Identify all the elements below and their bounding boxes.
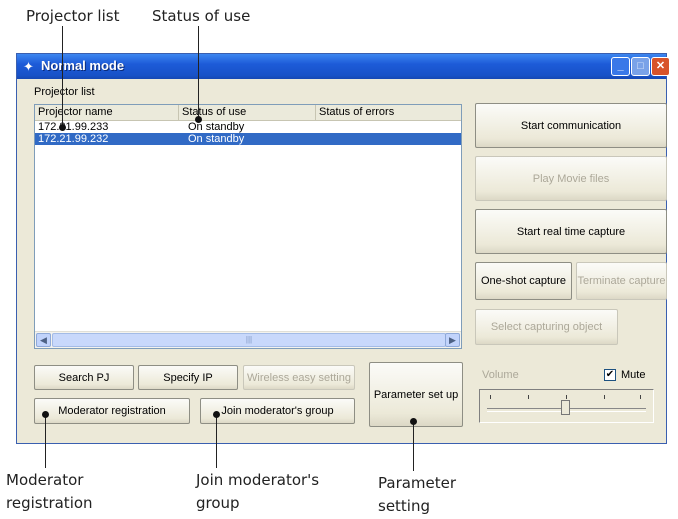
leader-line-parameter-setting	[413, 420, 414, 471]
minimize-button[interactable]: _	[611, 57, 630, 76]
callout-parameter-setting-line1: Parameter	[378, 474, 457, 492]
leader-dot-join-group	[213, 411, 220, 418]
parameter-set-up-button[interactable]: Parameter set up	[369, 362, 463, 427]
callout-moderator-registration-line1: Moderator	[6, 471, 84, 489]
leader-dot-parameter-setting	[410, 418, 417, 425]
horizontal-scrollbar[interactable]: ◀ ||| ▶	[35, 331, 461, 348]
maximize-button[interactable]: □	[631, 57, 650, 76]
slider-tick	[490, 395, 491, 399]
callout-join-group-line1: Join moderator's	[196, 471, 320, 489]
callout-moderator-registration-line2: registration	[6, 494, 93, 512]
normal-mode-window: ✦ Normal mode _ □ ✕ Projector list Proje…	[16, 53, 670, 444]
callout-parameter-setting-line2: setting	[378, 497, 431, 515]
row-status-of-use: On standby	[188, 133, 245, 145]
callout-projector-list: Projector list	[26, 7, 120, 25]
search-pj-button[interactable]: Search PJ	[34, 365, 134, 390]
projector-list[interactable]: Projector name Status of use Status of e…	[34, 104, 462, 349]
slider-thumb[interactable]	[561, 400, 570, 415]
checkmark-icon: ✔	[605, 369, 615, 380]
callout-status-of-use: Status of use	[152, 7, 251, 25]
app-icon: ✦	[23, 59, 34, 74]
join-moderators-group-button[interactable]: Join moderator's group	[200, 398, 355, 424]
close-button[interactable]: ✕	[651, 57, 670, 76]
slider-tick	[604, 395, 605, 399]
wireless-easy-setting-button[interactable]: Wireless easy setting	[243, 365, 355, 390]
callout-join-group-line2: group	[196, 494, 240, 512]
slider-tick	[528, 395, 529, 399]
leader-line-status-of-use	[198, 26, 199, 119]
leader-dot-projector-list	[59, 124, 66, 131]
leader-line-join-group	[216, 413, 217, 468]
leader-line-projector-list	[62, 26, 63, 127]
slider-tick	[566, 395, 567, 399]
start-communication-button[interactable]: Start communication	[475, 103, 667, 148]
specify-ip-button[interactable]: Specify IP	[138, 365, 238, 390]
mute-checkbox[interactable]: ✔	[604, 369, 616, 381]
slider-tick	[640, 395, 641, 399]
title-bar[interactable]: ✦ Normal mode _ □ ✕	[17, 54, 670, 79]
column-projector-name[interactable]: Projector name	[35, 105, 179, 120]
list-row[interactable]: 172.21.99.233 On standby	[35, 121, 461, 133]
scroll-thumb[interactable]: |||	[52, 333, 446, 347]
leader-line-moderator-registration	[45, 413, 46, 468]
leader-dot-moderator-registration	[42, 411, 49, 418]
volume-slider[interactable]	[479, 389, 654, 423]
select-capturing-object-button[interactable]: Select capturing object	[475, 309, 618, 345]
window-title: Normal mode	[41, 58, 125, 73]
row-projector-name: 172.21.99.233	[38, 121, 109, 133]
list-header: Projector name Status of use Status of e…	[35, 105, 461, 121]
one-shot-capture-button[interactable]: One-shot capture	[475, 262, 572, 300]
projector-list-label: Projector list	[34, 86, 95, 98]
start-real-time-capture-button[interactable]: Start real time capture	[475, 209, 667, 254]
mute-label: Mute	[621, 369, 646, 381]
volume-label: Volume	[482, 369, 519, 381]
scroll-left-arrow-icon[interactable]: ◀	[36, 333, 51, 347]
leader-dot-status-of-use	[195, 116, 202, 123]
terminate-capture-button[interactable]: Terminate capture	[576, 262, 667, 300]
close-icon: ✕	[655, 60, 666, 72]
column-status-of-errors[interactable]: Status of errors	[316, 105, 461, 120]
play-movie-files-button[interactable]: Play Movie files	[475, 156, 667, 201]
minimize-icon: _	[617, 60, 624, 72]
moderator-registration-button[interactable]: Moderator registration	[34, 398, 190, 424]
row-projector-name: 172.21.99.232	[38, 133, 109, 145]
list-row-selected[interactable]: 172.21.99.232 On standby	[35, 133, 461, 145]
maximize-icon: □	[637, 60, 644, 72]
scroll-right-arrow-icon[interactable]: ▶	[445, 333, 460, 347]
